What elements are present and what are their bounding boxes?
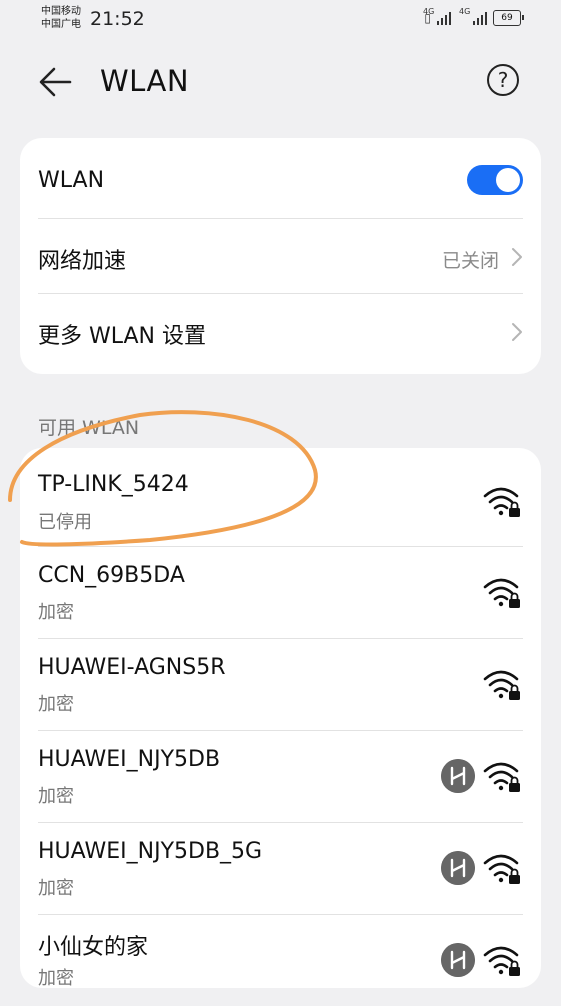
network-name: CCN_69B5DA [38, 563, 185, 588]
wifi-lock-icon [483, 762, 520, 792]
battery-level: 69 [501, 13, 513, 23]
status-bar: 中国移动 中国广电 21:52 ▯ 4G 4G 69 [0, 0, 561, 40]
network-status: 加密 [38, 786, 74, 807]
clock: 21:52 [90, 8, 145, 30]
network-name: HUAWEI_NJY5DB [38, 747, 221, 772]
network-item[interactable]: CCN_69B5DA 加密 [20, 547, 541, 638]
carrier-2: 中国广电 [41, 19, 81, 30]
signal-icon-1: 4G [423, 7, 451, 25]
network-name: TP-LINK_5424 [38, 472, 189, 497]
carrier-info: 中国移动 中国广电 [41, 5, 81, 31]
wlan-label: WLAN [38, 168, 105, 193]
network-status: 加密 [38, 694, 74, 715]
wifi-lock-icon [483, 946, 520, 976]
wifi-lock-icon [483, 670, 520, 700]
arrow-left-icon[interactable] [36, 62, 76, 102]
app-header: WLAN ? [0, 50, 561, 114]
carrier-1: 中国移动 [41, 6, 81, 17]
wifi-lock-icon [483, 578, 520, 608]
network-name: HUAWEI-AGNS5R [38, 655, 226, 680]
available-wlan-title: 可用 WLAN [38, 417, 140, 439]
network-status: 加密 [38, 968, 74, 989]
network-acceleration-value: 已关闭 [441, 250, 499, 272]
network-status: 加密 [38, 878, 74, 899]
network-name: HUAWEI_NJY5DB_5G [38, 839, 263, 864]
network-item[interactable]: 小仙女的家 加密 [20, 915, 541, 1006]
huawei-share-icon [441, 851, 475, 885]
wlan-toggle-row[interactable]: WLAN [38, 138, 523, 218]
chevron-right-icon [512, 248, 522, 266]
network-acceleration-row[interactable]: 网络加速 已关闭 [38, 219, 523, 293]
more-wlan-settings-row[interactable]: 更多 WLAN 设置 [38, 294, 523, 374]
signal-icon-2: 4G [459, 7, 487, 25]
available-networks-card: TP-LINK_5424 已停用 CCN_69B5DA 加密 HUAWEI-AG… [20, 448, 541, 989]
toggle-knob [496, 168, 520, 192]
more-wlan-settings-label: 更多 WLAN 设置 [38, 324, 207, 349]
network-type-1: 4G [423, 7, 435, 16]
network-item[interactable]: TP-LINK_5424 已停用 [20, 448, 541, 546]
chevron-right-icon [512, 323, 522, 341]
wifi-lock-icon [483, 854, 520, 884]
network-status: 加密 [38, 602, 74, 623]
network-acceleration-label: 网络加速 [38, 249, 127, 274]
wlan-toggle[interactable] [467, 165, 523, 195]
network-item[interactable]: HUAWEI_NJY5DB 加密 [20, 731, 541, 822]
huawei-share-icon [441, 759, 475, 793]
question-circle-icon[interactable]: ? [487, 64, 519, 96]
page-title: WLAN [100, 64, 190, 98]
network-item[interactable]: HUAWEI-AGNS5R 加密 [20, 639, 541, 730]
wifi-lock-icon [483, 487, 520, 517]
network-item[interactable]: HUAWEI_NJY5DB_5G 加密 [20, 823, 541, 914]
network-name: 小仙女的家 [38, 935, 149, 960]
battery-icon: 69 [493, 10, 524, 26]
status-icons: ▯ 4G 4G 69 [423, 7, 524, 26]
network-type-2: 4G [459, 7, 471, 16]
wlan-settings-card: WLAN 网络加速 已关闭 更多 WLAN 设置 [20, 138, 541, 374]
network-status: 已停用 [38, 512, 92, 533]
